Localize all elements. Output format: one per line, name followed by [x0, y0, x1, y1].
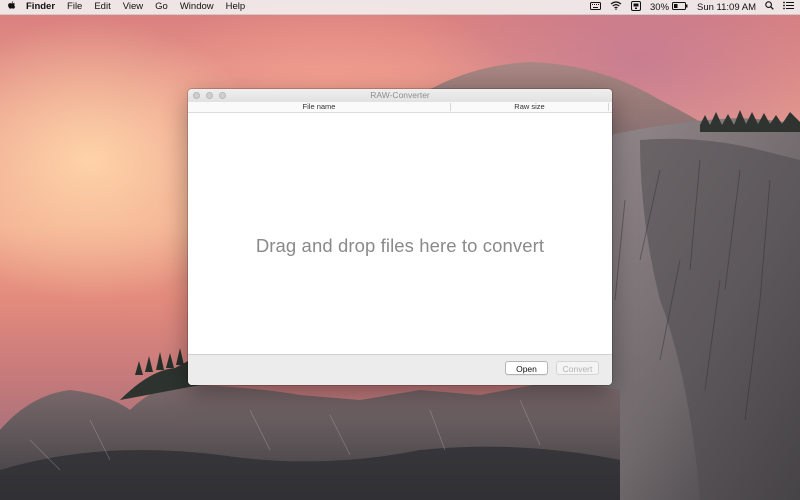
column-divider[interactable] — [608, 103, 609, 111]
column-header-raw-size[interactable]: Raw size — [451, 102, 608, 112]
wifi-icon[interactable] — [610, 1, 622, 13]
menu-clock[interactable]: Sun 11:09 AM — [697, 2, 756, 13]
menu-help[interactable]: Help — [220, 0, 252, 14]
battery-percent: 30% — [650, 1, 670, 13]
convert-button[interactable]: Convert — [556, 361, 599, 375]
column-header-file-name[interactable]: File name — [188, 102, 450, 112]
file-drop-zone[interactable]: Drag and drop files here to convert — [188, 113, 612, 354]
window-titlebar[interactable]: RAW-Converter — [188, 89, 612, 103]
keyboard-icon[interactable] — [590, 1, 601, 13]
apple-menu-icon[interactable] — [0, 0, 22, 14]
menu-go[interactable]: Go — [149, 0, 174, 14]
menu-bar: Finder File Edit View Go Window Help 30%… — [0, 0, 800, 15]
open-button[interactable]: Open — [505, 361, 548, 375]
raw-converter-window: RAW-Converter File name Raw size Drag an… — [188, 89, 612, 385]
battery-icon — [672, 1, 688, 13]
menu-view[interactable]: View — [117, 0, 149, 14]
notification-center-icon[interactable] — [783, 1, 794, 13]
menu-app-name[interactable]: Finder — [22, 0, 61, 14]
spotlight-search-icon[interactable] — [765, 1, 774, 13]
menu-window[interactable]: Window — [174, 0, 220, 14]
menu-file[interactable]: File — [61, 0, 88, 14]
display-icon[interactable] — [631, 0, 641, 14]
drop-instructions: Drag and drop files here to convert — [255, 235, 545, 256]
file-table-header: File name Raw size — [188, 102, 612, 113]
window-footer: Open Convert — [188, 354, 612, 385]
window-title: RAW-Converter — [370, 90, 430, 100]
battery-status[interactable]: 30% — [650, 1, 688, 13]
menu-edit[interactable]: Edit — [88, 0, 116, 14]
status-area: 30% Sun 11:09 AM — [590, 0, 794, 14]
